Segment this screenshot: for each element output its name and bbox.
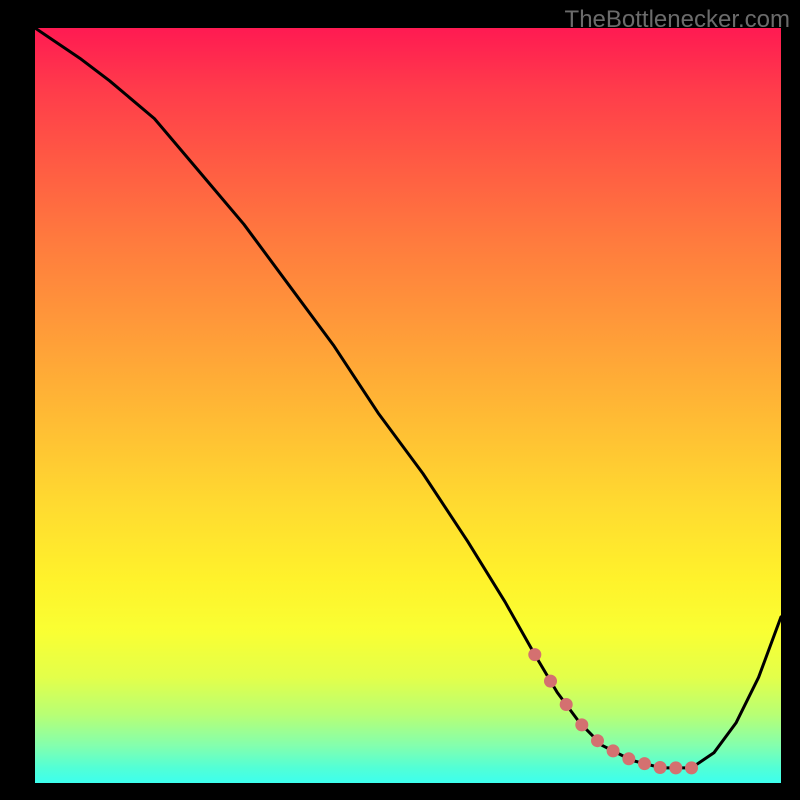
curve-dot xyxy=(654,761,667,774)
curve-dot xyxy=(544,675,557,688)
watermark-text: TheBottlenecker.com xyxy=(565,6,790,34)
curve-dot xyxy=(591,734,604,747)
curve-dot xyxy=(685,761,698,774)
dots-group xyxy=(528,648,698,774)
curve-dot xyxy=(638,757,651,770)
curve-group xyxy=(35,28,781,768)
chart-svg xyxy=(35,28,781,783)
curve-dot xyxy=(560,698,573,711)
curve-dot xyxy=(669,761,682,774)
curve-dot xyxy=(622,752,635,765)
curve-dot xyxy=(575,718,588,731)
bottleneck-curve xyxy=(35,28,781,768)
curve-dot xyxy=(607,744,620,757)
curve-dot xyxy=(528,648,541,661)
plot-area xyxy=(35,28,781,783)
